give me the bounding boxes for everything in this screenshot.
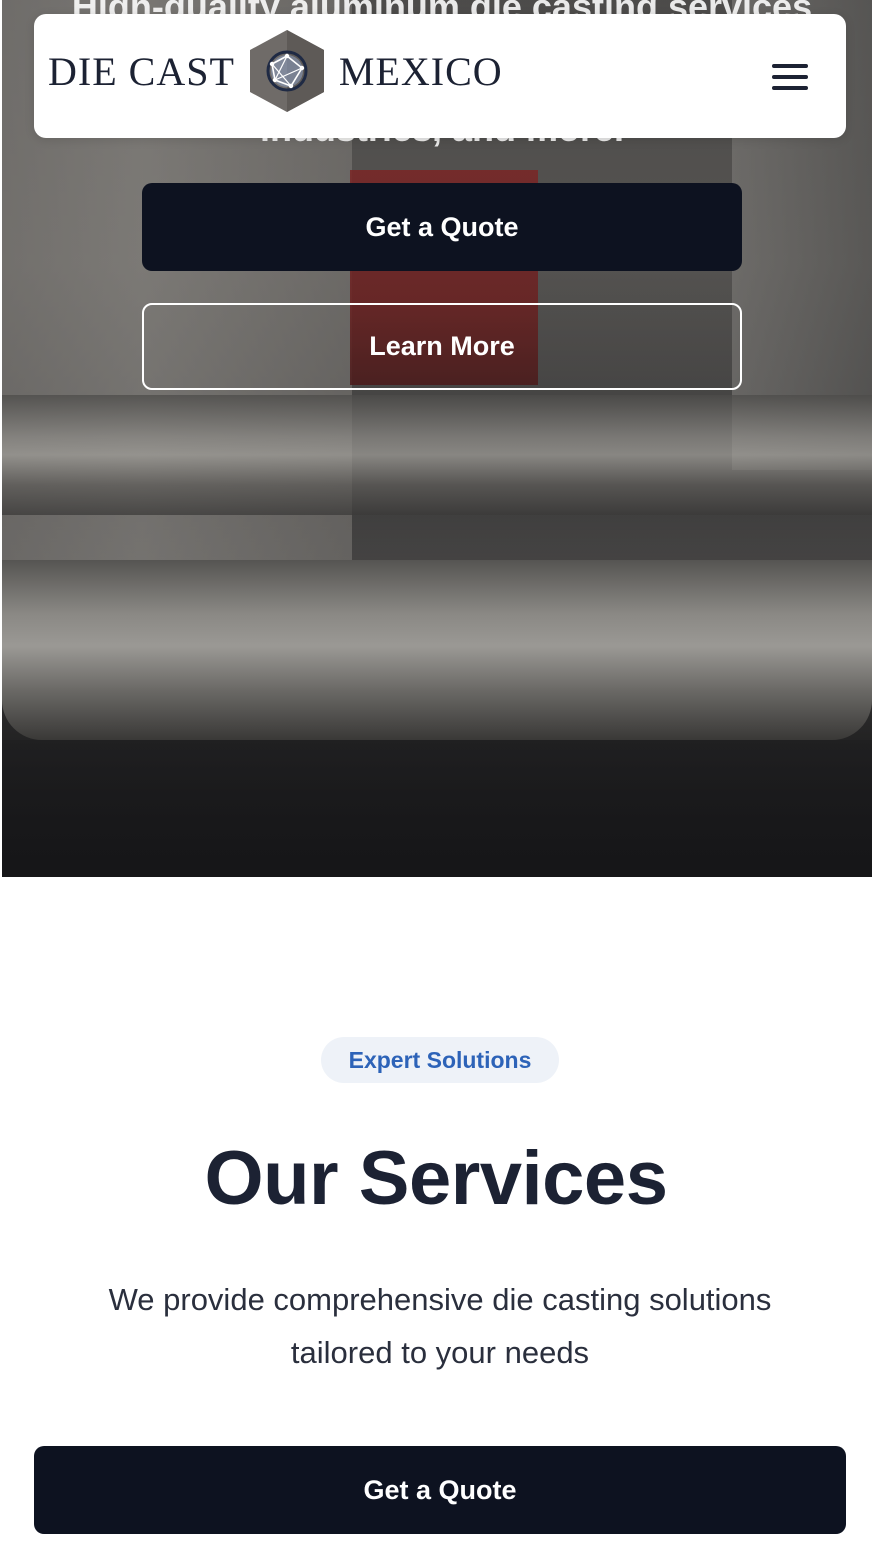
expert-solutions-badge: Expert Solutions: [321, 1037, 559, 1083]
services-section: Expert Solutions Our Services We provide…: [0, 877, 872, 1542]
logo-globe-icon: [249, 30, 324, 112]
hero-get-quote-button[interactable]: Get a Quote: [142, 183, 742, 271]
hamburger-menu-icon[interactable]: [772, 64, 810, 90]
hero-background-pipe-lower: [2, 560, 872, 740]
logo-text-left: DIE CAST: [48, 48, 235, 94]
site-logo[interactable]: DIE CAST MEXICO: [48, 28, 503, 114]
hero-background-pipe: [2, 395, 872, 515]
hero-background-shadow: [2, 740, 872, 877]
hero-learn-more-button[interactable]: Learn More: [142, 303, 742, 390]
services-get-quote-button[interactable]: Get a Quote: [34, 1446, 846, 1534]
logo-text-right: MEXICO: [338, 48, 503, 94]
services-title: Our Services: [204, 1136, 668, 1221]
services-subtitle: We provide comprehensive die casting sol…: [108, 1282, 772, 1370]
site-header: DIE CAST MEXICO: [34, 14, 846, 138]
